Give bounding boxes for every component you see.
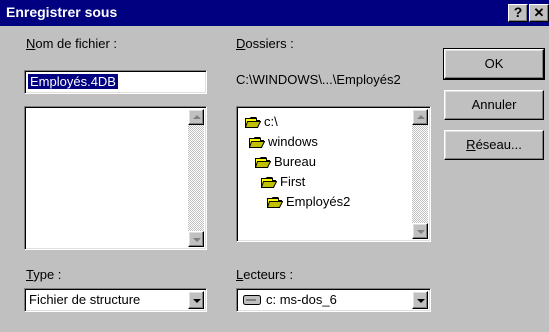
file-name-value: Employés.4DB	[28, 74, 118, 89]
open-folder-icon	[255, 157, 271, 168]
file-list[interactable]	[24, 106, 207, 250]
window-title: Enregistrer sous	[6, 4, 118, 20]
scroll-up-button[interactable]	[412, 109, 428, 125]
folders-accel: D	[236, 36, 246, 51]
file-type-dropdown-button[interactable]	[188, 291, 204, 309]
folder-label: Bureau	[274, 154, 316, 169]
open-folder-icon	[261, 177, 277, 188]
drives-label: Lecteurs :	[236, 267, 293, 282]
drives-select[interactable]: c: ms-dos_6	[236, 288, 431, 312]
file-name-label-text: om de fichier :	[35, 36, 118, 51]
scroll-down-button[interactable]	[188, 231, 204, 247]
ok-button-label: OK	[484, 56, 504, 71]
network-button[interactable]: Réseau...	[444, 130, 544, 160]
folder-label: Employés2	[286, 194, 351, 209]
drives-dropdown-button[interactable]	[412, 291, 428, 309]
file-type-value: Fichier de structure	[29, 292, 141, 307]
network-accel: R	[466, 137, 476, 152]
save-as-dialog: Enregistrer sous ? ✕ Nom de fichier : Em…	[0, 0, 549, 332]
arrow-down-icon	[193, 238, 201, 242]
file-name-accel: N	[26, 36, 36, 51]
open-folder-icon	[245, 117, 261, 128]
close-button[interactable]: ✕	[529, 4, 549, 22]
scroll-down-button[interactable]	[412, 223, 428, 239]
cancel-button-label: Annuler	[471, 97, 517, 112]
arrow-up-icon	[417, 115, 425, 119]
ok-button[interactable]: OK	[443, 48, 545, 80]
arrow-up-icon	[193, 115, 201, 119]
current-path: C:\WINDOWS\...\Employés2	[236, 72, 401, 87]
close-icon: ✕	[533, 5, 545, 20]
file-type-label: Type :	[26, 267, 61, 282]
drive-icon	[243, 295, 261, 305]
folders-label-text: ossiers :	[245, 36, 294, 51]
folder-tree[interactable]: c:\ windows Bureau First Employés2	[236, 106, 431, 242]
cancel-button[interactable]: Annuler	[444, 90, 544, 120]
title-bar[interactable]: Enregistrer sous ? ✕	[0, 0, 549, 26]
chevron-down-icon	[417, 299, 425, 303]
network-button-label: éseau...	[475, 137, 522, 152]
file-name-label: Nom de fichier :	[26, 36, 117, 51]
arrow-down-icon	[417, 230, 425, 234]
folder-label: c:\	[264, 114, 278, 129]
open-folder-icon	[249, 137, 265, 148]
file-type-label-text: ype :	[33, 267, 62, 282]
scroll-up-button[interactable]	[188, 109, 204, 125]
file-list-scrollbar[interactable]	[188, 109, 204, 247]
help-icon: ?	[513, 4, 523, 20]
folder-label: windows	[268, 134, 318, 149]
file-type-select[interactable]: Fichier de structure	[24, 288, 207, 312]
drives-value: c: ms-dos_6	[266, 292, 337, 307]
folder-label: First	[280, 174, 306, 189]
help-button[interactable]: ?	[508, 4, 528, 22]
folders-label: Dossiers :	[236, 36, 294, 51]
file-name-input[interactable]: Employés.4DB	[24, 70, 207, 94]
drives-label-text: ecteurs :	[243, 267, 294, 282]
folder-tree-scrollbar[interactable]	[412, 109, 428, 239]
open-folder-icon	[267, 197, 283, 208]
chevron-down-icon	[193, 299, 201, 303]
